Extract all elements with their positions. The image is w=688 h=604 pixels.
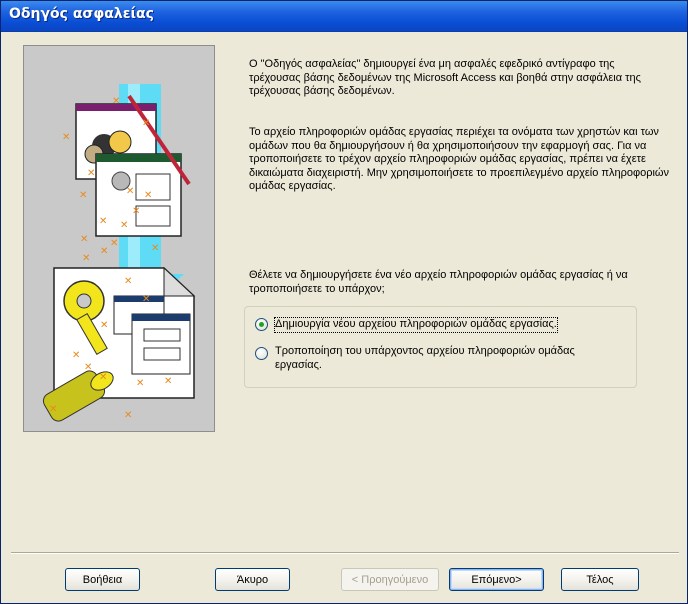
svg-text:✕: ✕ — [142, 118, 150, 129]
svg-text:✕: ✕ — [62, 132, 70, 143]
svg-text:✕: ✕ — [100, 246, 108, 257]
modify-existing-radio[interactable] — [255, 347, 268, 360]
button-separator — [11, 552, 679, 554]
svg-text:✕: ✕ — [151, 243, 159, 254]
finish-button-label: Τέλος — [586, 573, 614, 586]
svg-text:✕: ✕ — [79, 190, 87, 201]
svg-text:✕: ✕ — [49, 404, 57, 415]
security-wizard-window: Οδηγός ασφαλείας ✕ ✕ ✕ ✕ ✕ ✕ ✕ ✕ ✕ ✕ ✕ ✕… — [0, 0, 688, 604]
svg-text:✕: ✕ — [80, 234, 88, 245]
svg-text:✕: ✕ — [124, 276, 132, 287]
svg-text:✕: ✕ — [136, 378, 144, 389]
modify-existing-label[interactable]: Τροποποίηση του υπάρχοντος αρχείου πληρο… — [275, 345, 615, 372]
options-group: Δημιουργία νέου αρχείου πληροφοριών ομάδ… — [244, 306, 637, 388]
help-button[interactable]: Βοήθεια — [65, 568, 140, 591]
svg-text:✕: ✕ — [110, 238, 118, 249]
back-button-label: < Προηγούμενο — [351, 573, 429, 586]
svg-text:✕: ✕ — [142, 294, 150, 305]
cancel-button[interactable]: Άκυρο — [215, 568, 290, 591]
svg-text:✕: ✕ — [126, 186, 134, 197]
svg-text:✕: ✕ — [120, 220, 128, 231]
next-button-label: Επόμενο> — [471, 573, 522, 586]
window-title: Οδηγός ασφαλείας — [9, 6, 154, 22]
svg-text:✕: ✕ — [132, 206, 140, 217]
next-button[interactable]: Επόμενο> — [449, 568, 544, 591]
create-new-label[interactable]: Δημιουργία νέου αρχείου πληροφοριών ομάδ… — [274, 317, 558, 333]
help-button-label: Βοήθεια — [82, 573, 123, 586]
svg-text:✕: ✕ — [144, 190, 152, 201]
svg-text:✕: ✕ — [82, 253, 90, 264]
svg-text:✕: ✕ — [124, 410, 132, 421]
svg-text:✕: ✕ — [99, 216, 107, 227]
finish-button[interactable]: Τέλος — [561, 568, 639, 591]
svg-text:✕: ✕ — [72, 350, 80, 361]
svg-text:✕: ✕ — [112, 96, 120, 107]
workgroup-info-text: Το αρχείο πληροφοριών ομάδας εργασίας πε… — [249, 126, 669, 192]
cancel-button-label: Άκυρο — [236, 573, 269, 586]
svg-text:✕: ✕ — [87, 168, 95, 179]
svg-text:✕: ✕ — [84, 362, 92, 373]
svg-text:✕: ✕ — [99, 372, 107, 383]
create-new-radio[interactable] — [255, 318, 268, 331]
wizard-illustration: ✕ ✕ ✕ ✕ ✕ ✕ ✕ ✕ ✕ ✕ ✕ ✕ ✕ ✕ ✕ ✕ ✕ ✕ ✕ ✕ ✕ ✕ ✕ ✕ ✕ — [23, 45, 215, 432]
radio-selected-dot — [259, 322, 264, 327]
back-button[interactable]: < Προηγούμενο — [341, 568, 439, 591]
svg-text:✕: ✕ — [164, 376, 172, 387]
question-text: Θέλετε να δημιουργήσετε ένα νέο αρχείο π… — [249, 269, 628, 295]
svg-text:✕: ✕ — [100, 320, 108, 331]
intro-text: Ο "Οδηγός ασφαλείας" δημιουργεί ένα μη α… — [249, 58, 641, 97]
title-bar[interactable]: Οδηγός ασφαλείας — [1, 1, 687, 32]
